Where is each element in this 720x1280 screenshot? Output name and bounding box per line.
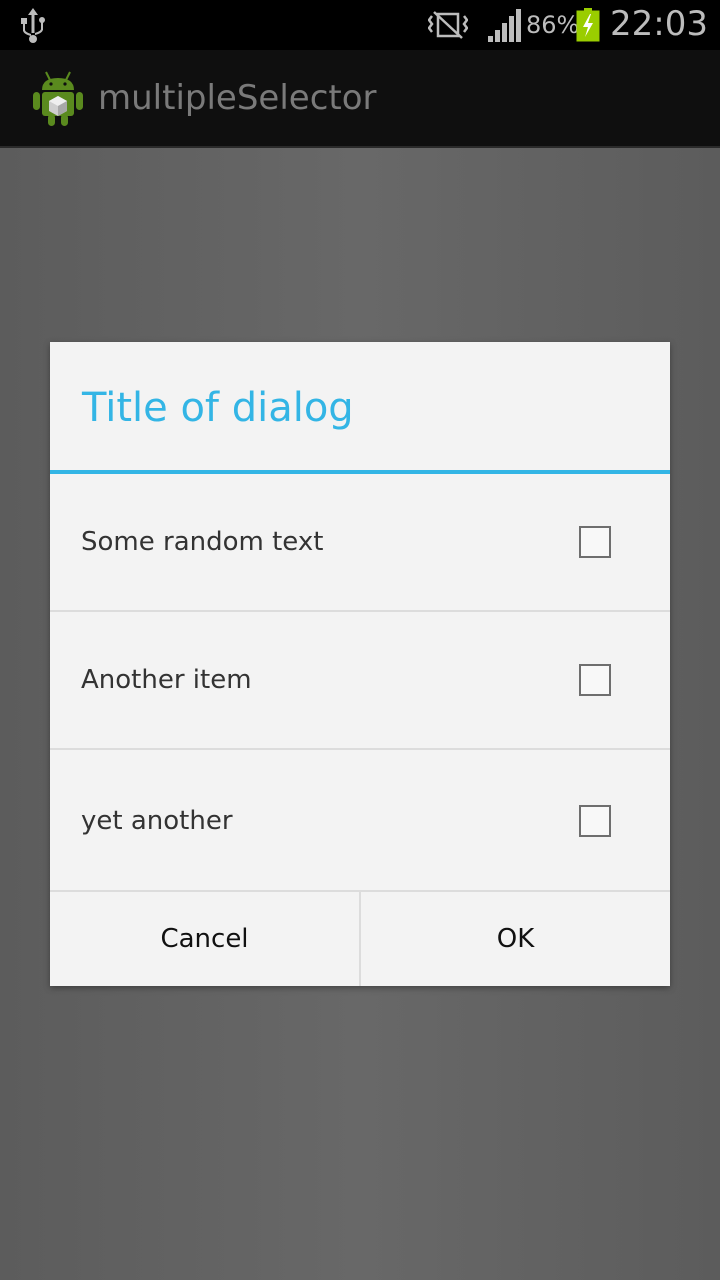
status-bar: 86% 22:03 xyxy=(0,0,720,50)
list-item-label: Another item xyxy=(81,665,252,695)
list-item[interactable]: Another item xyxy=(50,612,670,750)
app-title: multipleSelector xyxy=(98,78,377,118)
android-app-icon xyxy=(33,71,83,126)
action-bar: multipleSelector xyxy=(0,50,720,148)
list-item-label: yet another xyxy=(81,805,233,836)
cancel-button[interactable]: Cancel xyxy=(50,892,361,986)
list-item-label: Some random text xyxy=(81,527,324,557)
checkbox[interactable] xyxy=(579,804,611,837)
list-item[interactable]: yet another xyxy=(50,751,670,890)
checkbox[interactable] xyxy=(579,664,611,696)
dialog-button-bar: Cancel OK xyxy=(50,890,670,986)
clock: 22:03 xyxy=(610,4,708,44)
ok-button[interactable]: OK xyxy=(361,892,670,986)
list-item[interactable]: Some random text xyxy=(50,474,670,612)
checkbox[interactable] xyxy=(579,526,611,558)
dialog-title: Title of dialog xyxy=(82,385,354,431)
signal-icon xyxy=(488,9,521,42)
battery-percent: 86% xyxy=(526,11,580,39)
battery-charging-icon xyxy=(576,8,600,42)
usb-icon xyxy=(21,8,45,43)
no-signal-vibrate-icon xyxy=(428,11,468,39)
multi-select-dialog: Title of dialog Some random text Another… xyxy=(50,342,670,986)
